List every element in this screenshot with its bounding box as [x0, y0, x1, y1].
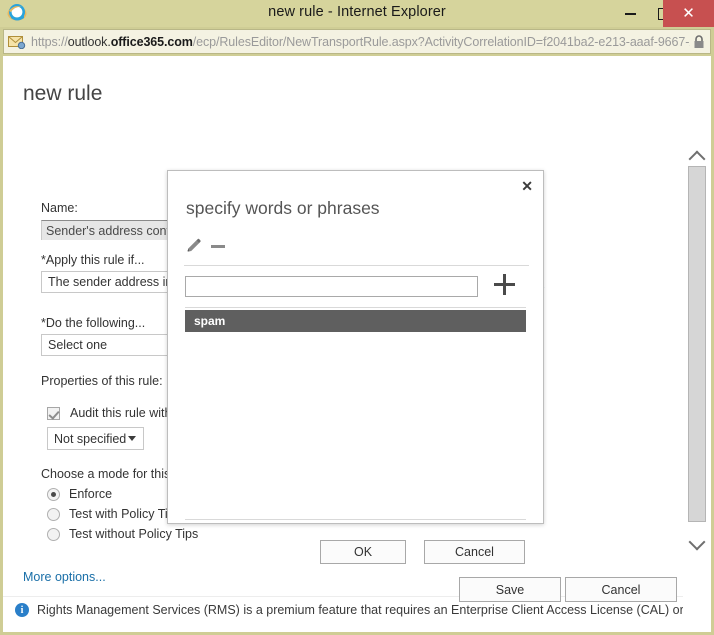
dialog-close-button[interactable]: ✕ [521, 179, 533, 193]
rms-info-text: Rights Management Services (RMS) is a pr… [37, 603, 711, 617]
minimize-button[interactable] [613, 0, 647, 27]
save-button[interactable]: Save [459, 577, 561, 602]
pencil-icon[interactable] [184, 237, 202, 255]
list-item[interactable]: spam [185, 310, 526, 332]
severity-value: Not specified [54, 431, 127, 446]
info-icon: i [15, 603, 29, 617]
chevron-up-icon [688, 150, 706, 167]
phrase-input[interactable] [185, 276, 478, 297]
radio-enforce-label: Enforce [69, 487, 113, 501]
lock-icon [693, 34, 705, 49]
radio-test-without-tips-control[interactable] [47, 527, 60, 541]
dialog-divider [185, 519, 526, 520]
url-host-prefix: outlook. [67, 34, 111, 49]
close-icon: ✕ [682, 5, 695, 22]
scrollbar-thumb[interactable] [688, 166, 706, 522]
chevron-down-icon [688, 533, 706, 550]
minimize-icon [624, 12, 636, 15]
url-text[interactable]: https://outlook.office365.com/ecp/RulesE… [31, 35, 690, 49]
severity-dropdown[interactable]: Not specified [47, 427, 144, 450]
page-content: new rule Name: *Apply this rule if... Th… [3, 56, 711, 632]
browser-window: new rule - Internet Explorer ✕ https://o… [0, 0, 714, 635]
properties-label: Properties of this rule: [41, 374, 163, 388]
apply-rule-label: *Apply this rule if... [41, 253, 145, 267]
list-item-label: spam [194, 314, 226, 328]
page-title: new rule [23, 82, 103, 105]
radio-test-without-tips-label: Test without Policy Tips [69, 527, 199, 541]
dialog-cancel-button[interactable]: Cancel [424, 540, 525, 564]
radio-test-with-tips[interactable]: Test with Policy Tips [47, 507, 181, 521]
scroll-down-button[interactable] [683, 530, 711, 556]
plus-icon[interactable] [494, 274, 516, 296]
audit-checkbox[interactable] [47, 406, 60, 420]
mail-envelope-icon [8, 35, 26, 49]
radio-test-with-tips-label: Test with Policy Tips [69, 507, 181, 521]
more-options-link[interactable]: More options... [23, 570, 106, 584]
chevron-down-icon [128, 436, 136, 441]
cancel-button[interactable]: Cancel [565, 577, 677, 602]
url-scheme: https:// [31, 34, 68, 49]
close-window-button[interactable]: ✕ [663, 0, 714, 27]
radio-enforce-control[interactable] [47, 487, 60, 501]
title-bar: new rule - Internet Explorer ✕ [0, 0, 714, 27]
do-following-label: *Do the following... [41, 316, 146, 330]
radio-test-without-tips[interactable]: Test without Policy Tips [47, 527, 198, 541]
dialog-title: specify words or phrases [186, 198, 380, 218]
radio-enforce[interactable]: Enforce [47, 487, 112, 501]
name-label: Name: [41, 201, 78, 215]
url-host: office365.com [110, 34, 193, 49]
dialog-ok-button[interactable]: OK [320, 540, 406, 564]
address-bar[interactable]: https://outlook.office365.com/ecp/RulesE… [3, 29, 711, 54]
radio-test-with-tips-control[interactable] [47, 507, 60, 521]
phrase-list: spam [185, 307, 526, 462]
dialog-toolbar [184, 237, 529, 266]
minus-icon[interactable] [211, 245, 225, 248]
vertical-scrollbar[interactable] [683, 56, 711, 632]
specify-words-dialog: ✕ specify words or phrases spam OK Cance… [167, 170, 544, 564]
window-title: new rule - Internet Explorer [268, 4, 446, 20]
do-following-value: Select one [48, 338, 108, 352]
url-path: /ecp/RulesEditor/NewTransportRule.aspx?A… [192, 34, 690, 49]
